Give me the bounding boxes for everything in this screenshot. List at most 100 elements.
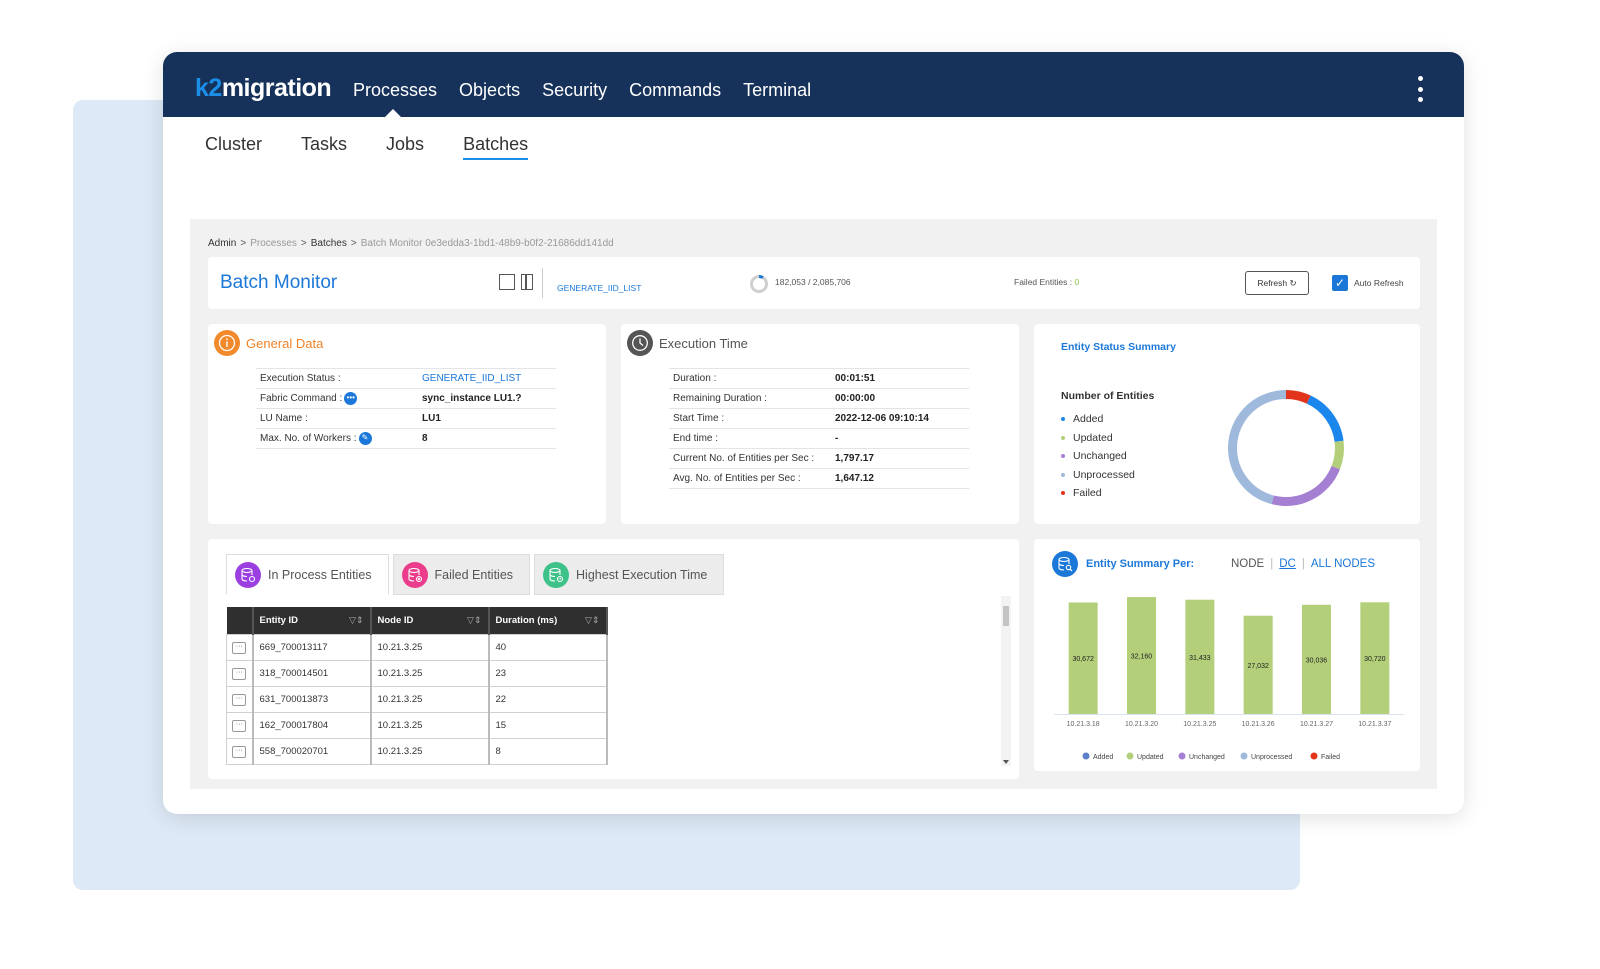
bar-data-label: 30,720 xyxy=(1364,656,1386,663)
nav-terminal[interactable]: Terminal xyxy=(743,80,811,101)
entities-table: Entity ID ▽⇕ Node ID ▽⇕ Duration (ms) ▽⇕ ··… xyxy=(226,607,608,765)
column-label: Node ID xyxy=(377,614,414,626)
legend-label: Unprocessed xyxy=(1073,468,1135,481)
kv-label: Execution Status : xyxy=(256,368,418,389)
donut-legend: Added Updated Unchanged Unprocessed Failed xyxy=(1061,410,1135,503)
kv-value: - xyxy=(831,428,969,449)
column-header-duration[interactable]: Duration (ms) ▽⇕ xyxy=(488,607,608,634)
logo-prefix: k2 xyxy=(195,74,222,102)
auto-refresh-label: Auto Refresh xyxy=(1354,278,1404,288)
legend-label: Unchanged xyxy=(1073,450,1127,463)
donut-slice-unchanged xyxy=(1271,466,1340,506)
breadcrumb-batches[interactable]: Batches xyxy=(311,238,347,249)
kv-value: 2022-12-06 09:10:14 xyxy=(831,408,969,429)
kv-row: Remaining Duration :00:00:00 xyxy=(669,388,969,409)
kv-label: LU Name : xyxy=(256,408,418,429)
nav-commands[interactable]: Commands xyxy=(629,80,721,101)
scope-node[interactable]: NODE xyxy=(1231,558,1264,570)
breadcrumb: Admin > Processes > Batches > Batch Monitor 0e… xyxy=(208,238,614,249)
breadcrumb-processes[interactable]: Processes xyxy=(250,238,297,249)
row-menu-button[interactable]: ··· xyxy=(232,668,247,680)
main-nav: Processes Objects Security Commands Term… xyxy=(353,80,811,101)
sub-nav: Cluster Tasks Jobs Batches xyxy=(205,134,529,160)
nav-objects[interactable]: Objects xyxy=(459,80,520,101)
subnav-batches[interactable]: Batches xyxy=(463,134,529,160)
kv-row: Duration :00:01:51 xyxy=(669,368,969,389)
subnav-jobs[interactable]: Jobs xyxy=(386,134,424,160)
kv-label-cell: Max. No. of Workers : ✎ xyxy=(256,428,418,449)
more-options-icon[interactable]: ••• xyxy=(344,392,358,405)
kv-value: sync_instance LU1.? xyxy=(418,388,556,409)
kebab-vertical-icon[interactable] xyxy=(1416,76,1424,102)
kv-value: 00:01:51 xyxy=(831,368,969,389)
tab-in-process-entities[interactable]: In Process Entities xyxy=(226,554,389,595)
progress-ring-icon xyxy=(750,275,768,293)
kv-value: 8 xyxy=(418,428,556,449)
subnav-cluster[interactable]: Cluster xyxy=(205,134,262,160)
column-header-node-id[interactable]: Node ID ▽⇕ xyxy=(370,607,490,634)
tab-failed-entities[interactable]: Failed Entities xyxy=(392,554,531,595)
entity-summary-scope: NODE | DC | ALL NODES xyxy=(1231,558,1375,570)
row-menu-button[interactable]: ··· xyxy=(232,720,247,732)
column-header-entity-id[interactable]: Entity ID ▽⇕ xyxy=(252,607,372,634)
row-actions-cell: ··· xyxy=(226,659,254,687)
info-icon xyxy=(214,330,240,356)
bar-data-label: 32,160 xyxy=(1131,654,1153,661)
single-view-icon[interactable] xyxy=(499,274,515,290)
table-scrollbar[interactable] xyxy=(1001,596,1011,766)
edit-pencil-icon[interactable]: ✎ xyxy=(358,432,372,445)
failed-entities-label: Failed Entities : xyxy=(1014,277,1075,287)
execution-time-title: Execution Time xyxy=(659,336,748,351)
nav-security[interactable]: Security xyxy=(542,80,607,101)
row-menu-button[interactable]: ··· xyxy=(232,642,247,654)
row-menu-button[interactable]: ··· xyxy=(232,746,247,758)
logo[interactable]: k2migration xyxy=(195,74,332,103)
tab-highest-execution-time[interactable]: Highest Execution Time xyxy=(534,554,725,595)
node-id-cell: 10.21.3.25 xyxy=(370,633,490,661)
filter-sort-icon[interactable]: ▽⇕ xyxy=(467,615,481,626)
kv-row: Start Time :2022-12-06 09:10:14 xyxy=(669,408,969,429)
breadcrumb-separator: > xyxy=(350,238,357,249)
legend-marker-failed xyxy=(1310,752,1318,760)
subnav-tasks[interactable]: Tasks xyxy=(301,134,347,160)
entity-summary-panel: Entity Summary Per: NODE | DC | ALL NODES 30… xyxy=(1034,539,1420,771)
donut-slice-updated xyxy=(1331,440,1344,470)
tab-label: Failed Entities xyxy=(434,567,514,582)
kv-label: Max. No. of Workers : xyxy=(260,433,357,445)
scroll-down-arrow-icon[interactable] xyxy=(1003,760,1009,764)
entity-id-cell: 669_700013117 xyxy=(252,633,372,661)
table-row: ··· 631_700013873 10.21.3.25 22 xyxy=(226,685,608,713)
auto-refresh-checkbox[interactable]: ✓ xyxy=(1332,275,1348,291)
bar-data-label: 31,433 xyxy=(1189,655,1211,662)
scrollbar-thumb[interactable] xyxy=(1003,606,1009,626)
x-tick-label: 10.21.3.37 xyxy=(1358,721,1391,728)
kv-row: LU Name : LU1 xyxy=(256,408,556,429)
legend-item: Added xyxy=(1061,410,1135,429)
donut-slice-unprocessed xyxy=(1228,390,1286,505)
legend-label: Updated xyxy=(1137,754,1164,761)
tab-label: Highest Execution Time xyxy=(576,567,708,582)
x-tick-label: 10.21.3.27 xyxy=(1300,721,1333,728)
database-gear-icon xyxy=(235,561,261,588)
row-actions-cell: ··· xyxy=(226,685,254,713)
node-id-cell: 10.21.3.25 xyxy=(370,711,490,739)
filter-sort-icon[interactable]: ▽⇕ xyxy=(585,615,599,626)
breadcrumb-admin[interactable]: Admin xyxy=(208,238,236,249)
entities-panel: In Process Entities Failed Entities High… xyxy=(208,539,1019,779)
split-view-icon[interactable] xyxy=(521,274,533,290)
scope-all-nodes[interactable]: ALL NODES xyxy=(1311,558,1375,570)
entity-tabs: In Process Entities Failed Entities High… xyxy=(226,554,725,595)
column-label: Duration (ms) xyxy=(495,614,558,626)
scope-dc[interactable]: DC xyxy=(1279,558,1296,570)
duration-cell: 40 xyxy=(488,633,608,661)
kv-label: Duration : xyxy=(669,368,831,389)
legend-dot xyxy=(1061,435,1065,440)
node-id-cell: 10.21.3.25 xyxy=(370,737,490,765)
table-row: ··· 162_700017804 10.21.3.25 15 xyxy=(226,711,608,739)
nav-processes[interactable]: Processes xyxy=(353,80,437,101)
filter-sort-icon[interactable]: ▽⇕ xyxy=(349,615,363,626)
row-menu-button[interactable]: ··· xyxy=(232,694,247,706)
entity-status-panel: Entity Status Summary Number of Entities… xyxy=(1034,324,1420,524)
database-clock-icon xyxy=(543,561,570,588)
refresh-button[interactable]: Refresh ↻ xyxy=(1245,271,1309,295)
